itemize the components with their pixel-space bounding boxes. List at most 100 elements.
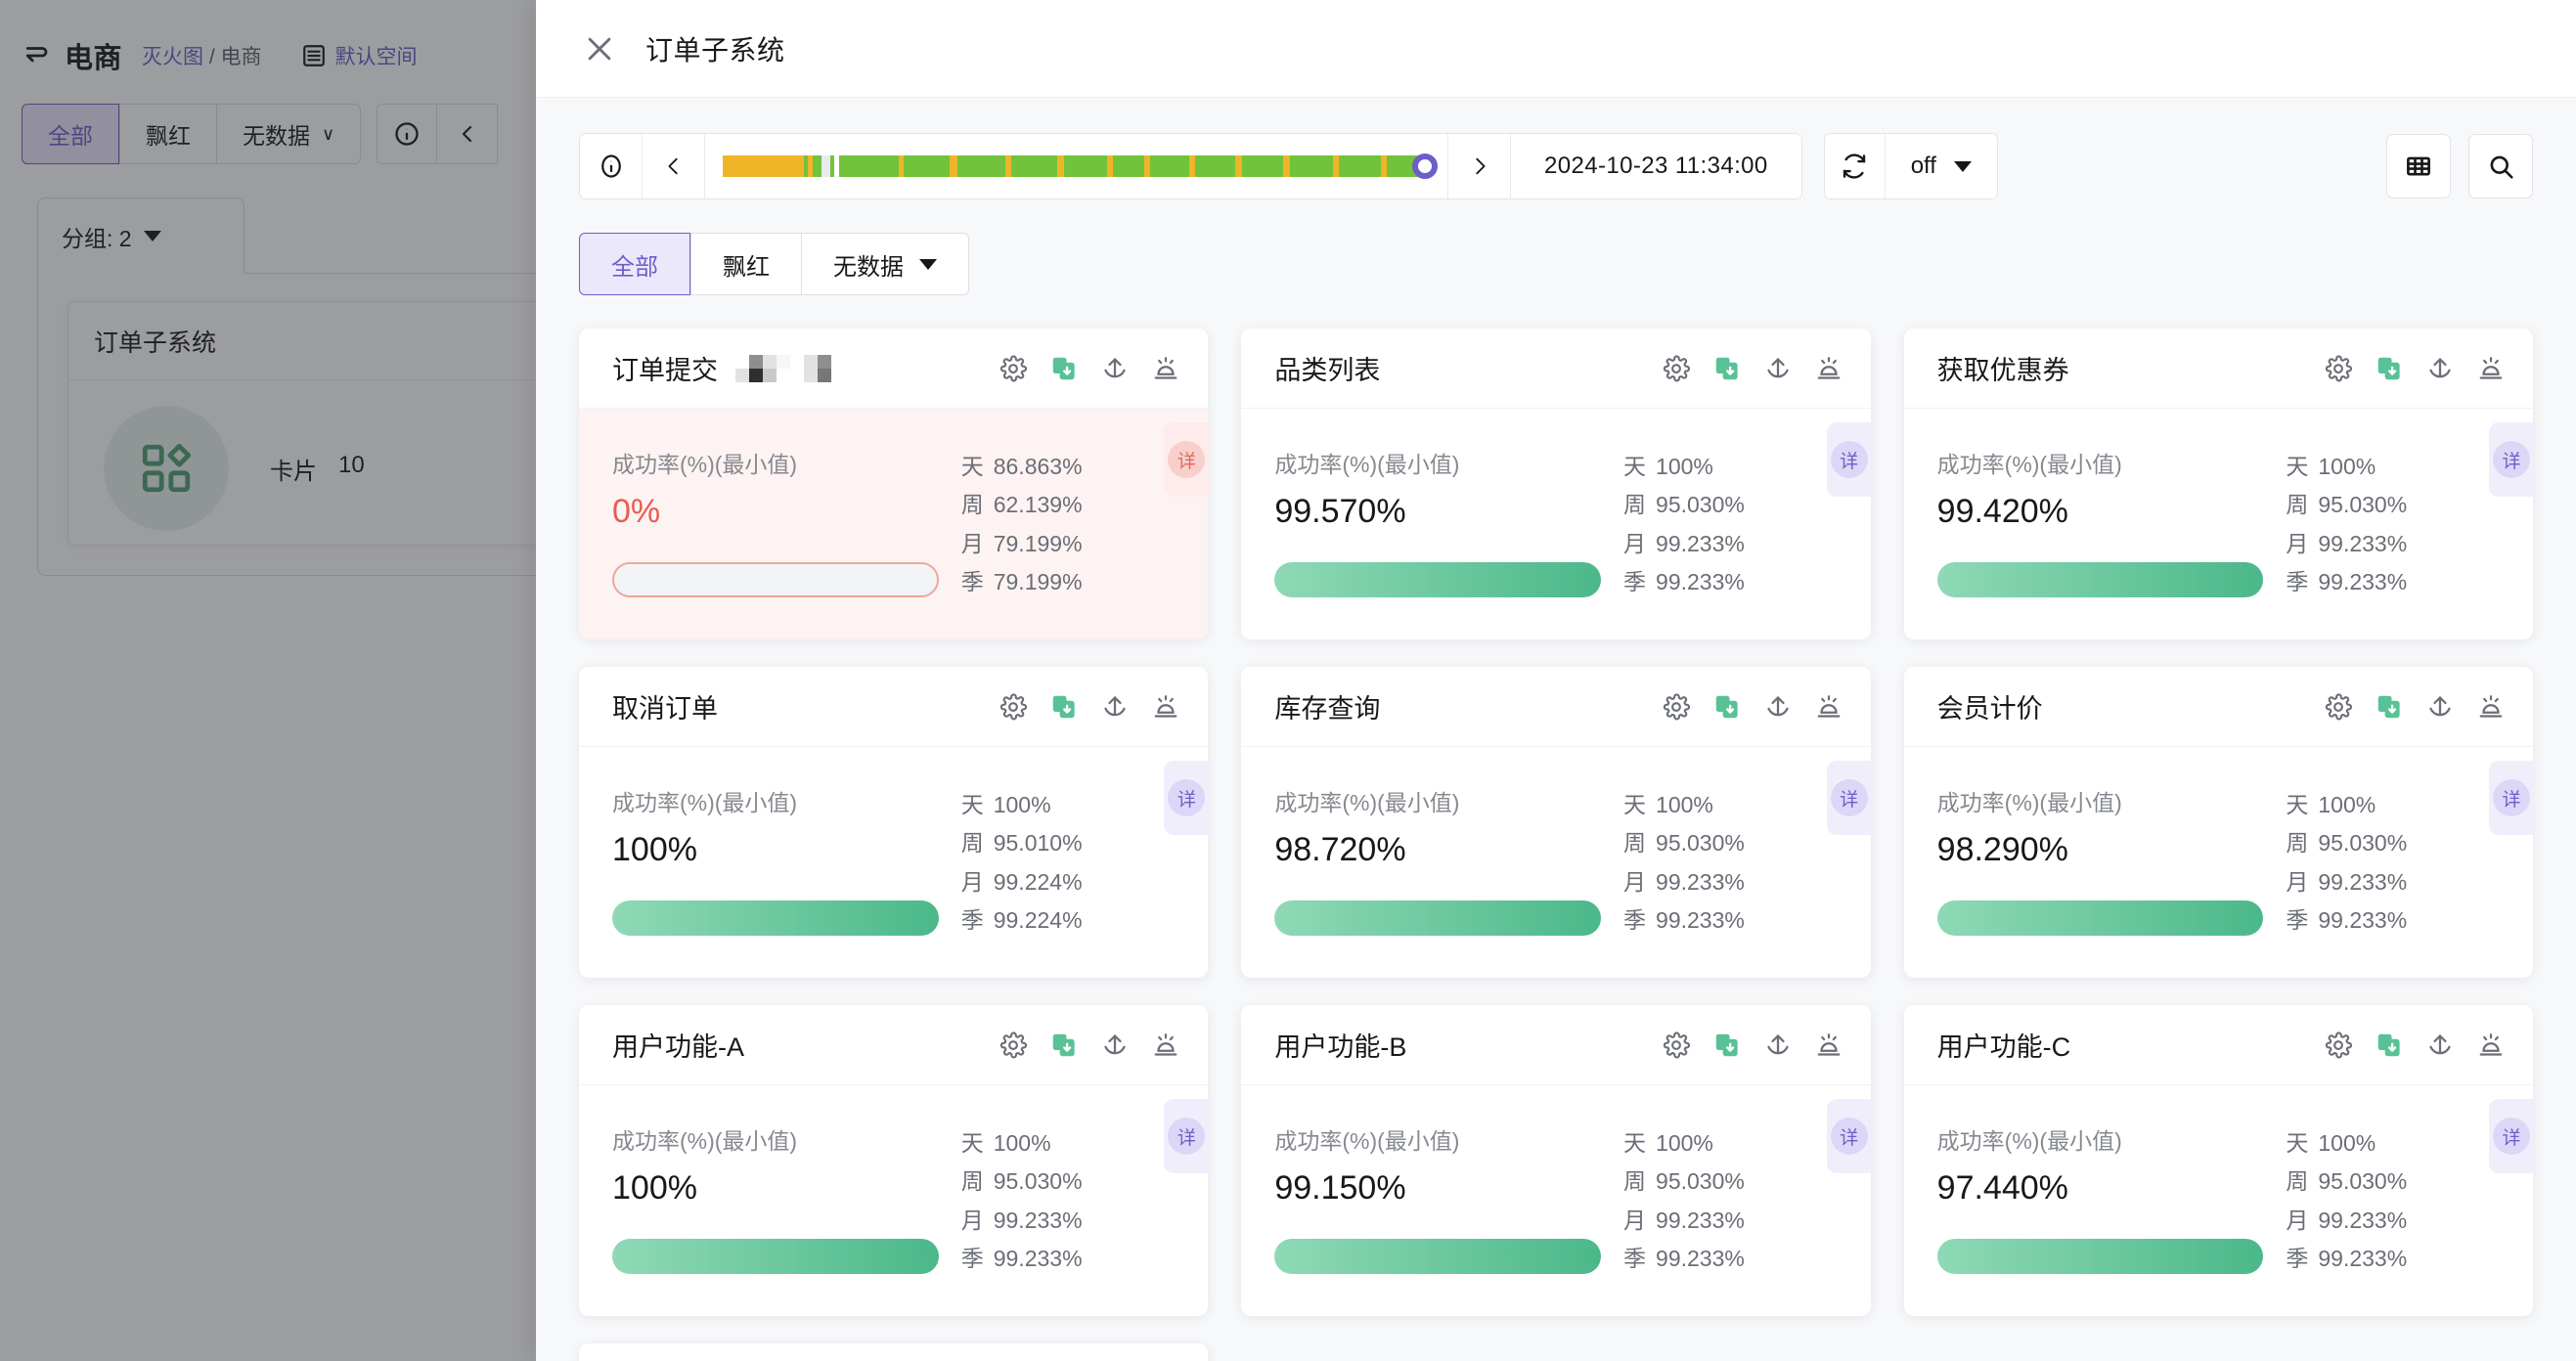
time-value-display[interactable]: 2024-10-23 11:34:00 — [1511, 134, 1801, 198]
upload-icon[interactable] — [1763, 354, 1793, 383]
time-range-handle[interactable] — [1412, 154, 1439, 179]
refresh-interval-select[interactable]: off — [1885, 134, 1997, 198]
gear-icon[interactable] — [2324, 1031, 2353, 1060]
metric-card-detail-tab[interactable]: 详 — [2488, 761, 2534, 835]
upload-icon[interactable] — [1100, 354, 1130, 383]
metric-card-body: 成功率(%)(最小值) 0% 天 86.863% 周 62.139% 月 79.199% 季 79… — [579, 409, 1209, 639]
filter-tab-all[interactable]: 全部 — [579, 233, 690, 295]
metric-progress-bar — [1936, 562, 2264, 597]
copy-download-icon[interactable] — [1049, 1031, 1079, 1060]
gear-icon[interactable] — [2324, 354, 2353, 383]
filter-tab-red[interactable]: 飘红 — [690, 233, 801, 295]
copy-download-icon[interactable] — [1712, 692, 1742, 722]
metric-period-key: 周 — [2286, 1168, 2309, 1195]
metric-card-detail-label: 详 — [1168, 441, 1206, 478]
metric-card-detail-tab[interactable]: 详 — [1826, 761, 1872, 835]
upload-icon[interactable] — [2425, 692, 2455, 722]
metric-card[interactable]: 品类列表 成功率(%)(最小值) 99.570% 天 100% 周 95.030% 月 99.2… — [1241, 329, 1872, 639]
metric-card[interactable]: 用户功能-B 成功率(%)(最小值) 99.150% 天 100% 周 95.030% 月 99… — [1241, 1005, 1872, 1316]
copy-download-icon[interactable] — [2375, 692, 2404, 722]
gear-icon[interactable] — [999, 1031, 1028, 1060]
metric-card[interactable]: 订单提交 成功率(%)(最小值) 0% 天 86.863% 周 62.139% 月 79.199… — [579, 329, 1210, 639]
gear-icon[interactable] — [999, 692, 1028, 722]
time-next-button[interactable] — [1448, 134, 1511, 198]
metric-card-title: 用户功能-A — [612, 1032, 744, 1062]
upload-icon[interactable] — [1763, 1031, 1793, 1060]
metric-card[interactable]: 取消订单 成功率(%)(最小值) 100% 天 100% 周 95.010% 月 99.224%… — [579, 667, 1210, 978]
metric-period-key: 天 — [960, 792, 984, 817]
metric-card-detail-tab[interactable]: 详 — [1164, 761, 1210, 835]
timeline-segment — [1339, 155, 1382, 177]
metric-period-value: 99.233% — [1656, 1245, 1745, 1271]
upload-icon[interactable] — [1100, 692, 1130, 722]
gear-icon[interactable] — [1662, 1031, 1691, 1060]
timeline-segment — [1241, 155, 1284, 177]
gear-icon[interactable] — [1662, 354, 1691, 383]
metric-card[interactable]: 用户功能-A 成功率(%)(最小值) 100% 天 100% 周 95.030% 月 99.23… — [579, 1005, 1210, 1316]
alarm-icon[interactable] — [1151, 692, 1180, 722]
metric-period-key: 周 — [960, 1168, 984, 1195]
refresh-button[interactable] — [1824, 134, 1886, 198]
metric-card[interactable]: 库存查询 成功率(%)(最小值) 98.720% 天 100% 周 95.030% 月 99.2… — [1241, 667, 1872, 978]
metric-card-detail-tab[interactable]: 详 — [1826, 422, 1872, 497]
copy-download-icon[interactable] — [1712, 354, 1742, 383]
alarm-icon[interactable] — [1151, 354, 1180, 383]
gear-icon[interactable] — [2324, 692, 2353, 722]
alarm-icon[interactable] — [2476, 1031, 2506, 1060]
copy-download-icon[interactable] — [1049, 354, 1079, 383]
alarm-icon[interactable] — [1814, 354, 1843, 383]
metric-period-key: 季 — [1623, 906, 1647, 933]
time-prev-button[interactable] — [643, 134, 705, 198]
metric-card-header: 会员计价 — [1903, 667, 2533, 747]
gear-icon[interactable] — [1662, 692, 1691, 722]
modal-header: 订单子系统 — [536, 0, 2576, 98]
metric-label: 成功率(%)(最小值) — [1936, 452, 2122, 477]
alarm-icon[interactable] — [1814, 692, 1843, 722]
metric-period-key: 周 — [960, 492, 984, 518]
upload-icon[interactable] — [1763, 692, 1793, 722]
metric-card-header: 品类列表 — [1241, 329, 1871, 409]
copy-download-icon[interactable] — [2375, 354, 2404, 383]
metric-card-detail-tab[interactable]: 详 — [1826, 1099, 1872, 1173]
time-range-track[interactable] — [723, 155, 1430, 177]
redacted-block — [804, 354, 831, 382]
alarm-icon[interactable] — [2476, 354, 2506, 383]
metric-card[interactable]: 用户功能-C 成功率(%)(最小值) 97.440% 天 100% 周 95.030% 月 99… — [1903, 1005, 2534, 1316]
metric-value: 99.570% — [1274, 493, 1406, 530]
metric-period-key: 天 — [1623, 454, 1647, 479]
grid-view-button[interactable] — [2386, 134, 2451, 198]
metric-card-partial[interactable] — [579, 1343, 1209, 1361]
metric-card-actions — [999, 692, 1180, 722]
metric-card-detail-tab[interactable]: 详 — [1164, 422, 1210, 497]
close-icon[interactable] — [583, 32, 616, 66]
search-button[interactable] — [2468, 134, 2533, 198]
metric-card[interactable]: 会员计价 成功率(%)(最小值) 98.290% 天 100% 周 95.030% 月 99.2… — [1903, 667, 2534, 978]
metric-card-detail-tab[interactable]: 详 — [2488, 422, 2534, 497]
time-info-button[interactable] — [580, 134, 643, 198]
metric-card[interactable]: 获取优惠券 成功率(%)(最小值) 99.420% 天 100% 周 95.030% 月 99.… — [1903, 329, 2534, 639]
filter-tab-nodata[interactable]: 无数据 — [801, 233, 969, 295]
metric-period-row: 季 99.224% — [961, 901, 1176, 935]
metric-period-value: 100% — [2318, 1130, 2376, 1156]
metric-label: 成功率(%)(最小值) — [1936, 1128, 2122, 1154]
metric-period-value: 95.010% — [993, 830, 1083, 856]
copy-download-icon[interactable] — [1712, 1031, 1742, 1060]
alarm-icon[interactable] — [1151, 1031, 1180, 1060]
metric-card-header: 用户功能-B — [1241, 1005, 1871, 1085]
modal-filter-tabs: 全部 飘红 无数据 — [579, 233, 2533, 295]
metric-card-actions — [2324, 692, 2506, 722]
timeline-segment — [812, 155, 822, 177]
metric-card-detail-tab[interactable]: 详 — [1164, 1099, 1210, 1173]
alarm-icon[interactable] — [1814, 1031, 1843, 1060]
copy-download-icon[interactable] — [2375, 1031, 2404, 1060]
gear-icon[interactable] — [999, 354, 1028, 383]
upload-icon[interactable] — [1100, 1031, 1130, 1060]
copy-download-icon[interactable] — [1049, 692, 1079, 722]
upload-icon[interactable] — [2425, 1031, 2455, 1060]
upload-icon[interactable] — [2425, 354, 2455, 383]
metric-value: 0% — [612, 493, 661, 530]
time-range-slider[interactable] — [705, 134, 1448, 198]
timeline-segment — [1195, 155, 1236, 177]
alarm-icon[interactable] — [2476, 692, 2506, 722]
metric-card-detail-tab[interactable]: 详 — [2488, 1099, 2534, 1173]
